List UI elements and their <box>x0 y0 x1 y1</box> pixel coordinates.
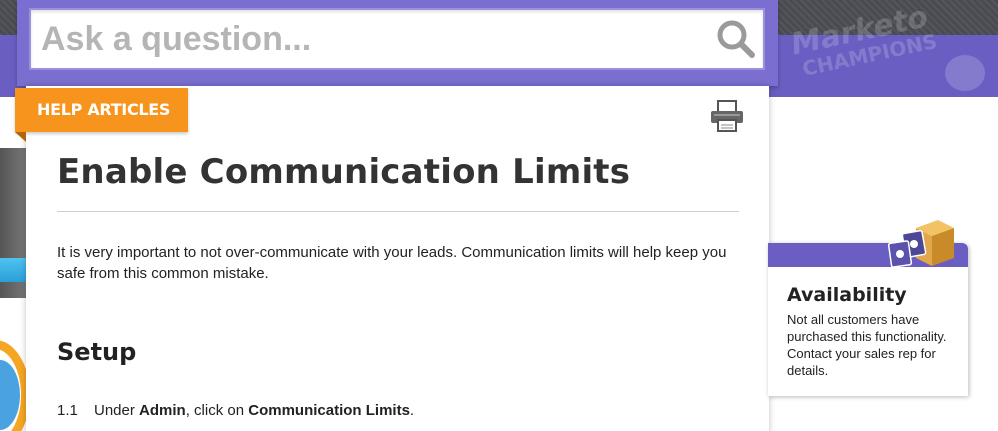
step-number: 1.1 <box>57 402 78 419</box>
help-articles-tag: HELP ARTICLES <box>15 88 188 132</box>
step-text: . <box>409 402 415 419</box>
search-bar <box>17 0 778 86</box>
search-icon[interactable] <box>715 18 757 60</box>
availability-title: Availability <box>787 284 907 306</box>
article-intro: It is very important to not over-communi… <box>57 244 727 282</box>
ninja-mascot-icon <box>945 55 985 91</box>
section-heading-setup: Setup <box>57 338 137 366</box>
tag-fold <box>15 132 26 142</box>
step-item: 1.1 Under Admin, click on Communication L… <box>57 402 414 419</box>
product-box-icon <box>887 220 954 268</box>
search-box <box>29 8 765 70</box>
printer-icon[interactable] <box>710 100 744 132</box>
title-divider <box>57 211 739 212</box>
search-input[interactable] <box>31 10 711 68</box>
background-accent <box>0 258 26 282</box>
article-title: Enable Communication Limits <box>57 152 631 192</box>
availability-text: Not all customers have purchased this fu… <box>787 312 947 378</box>
step-bold-admin: Admin <box>139 402 186 419</box>
step-text: , click on <box>185 402 249 419</box>
step-bold-communication-limits: Communication Limits <box>248 402 410 419</box>
step-text: Under <box>94 402 140 419</box>
